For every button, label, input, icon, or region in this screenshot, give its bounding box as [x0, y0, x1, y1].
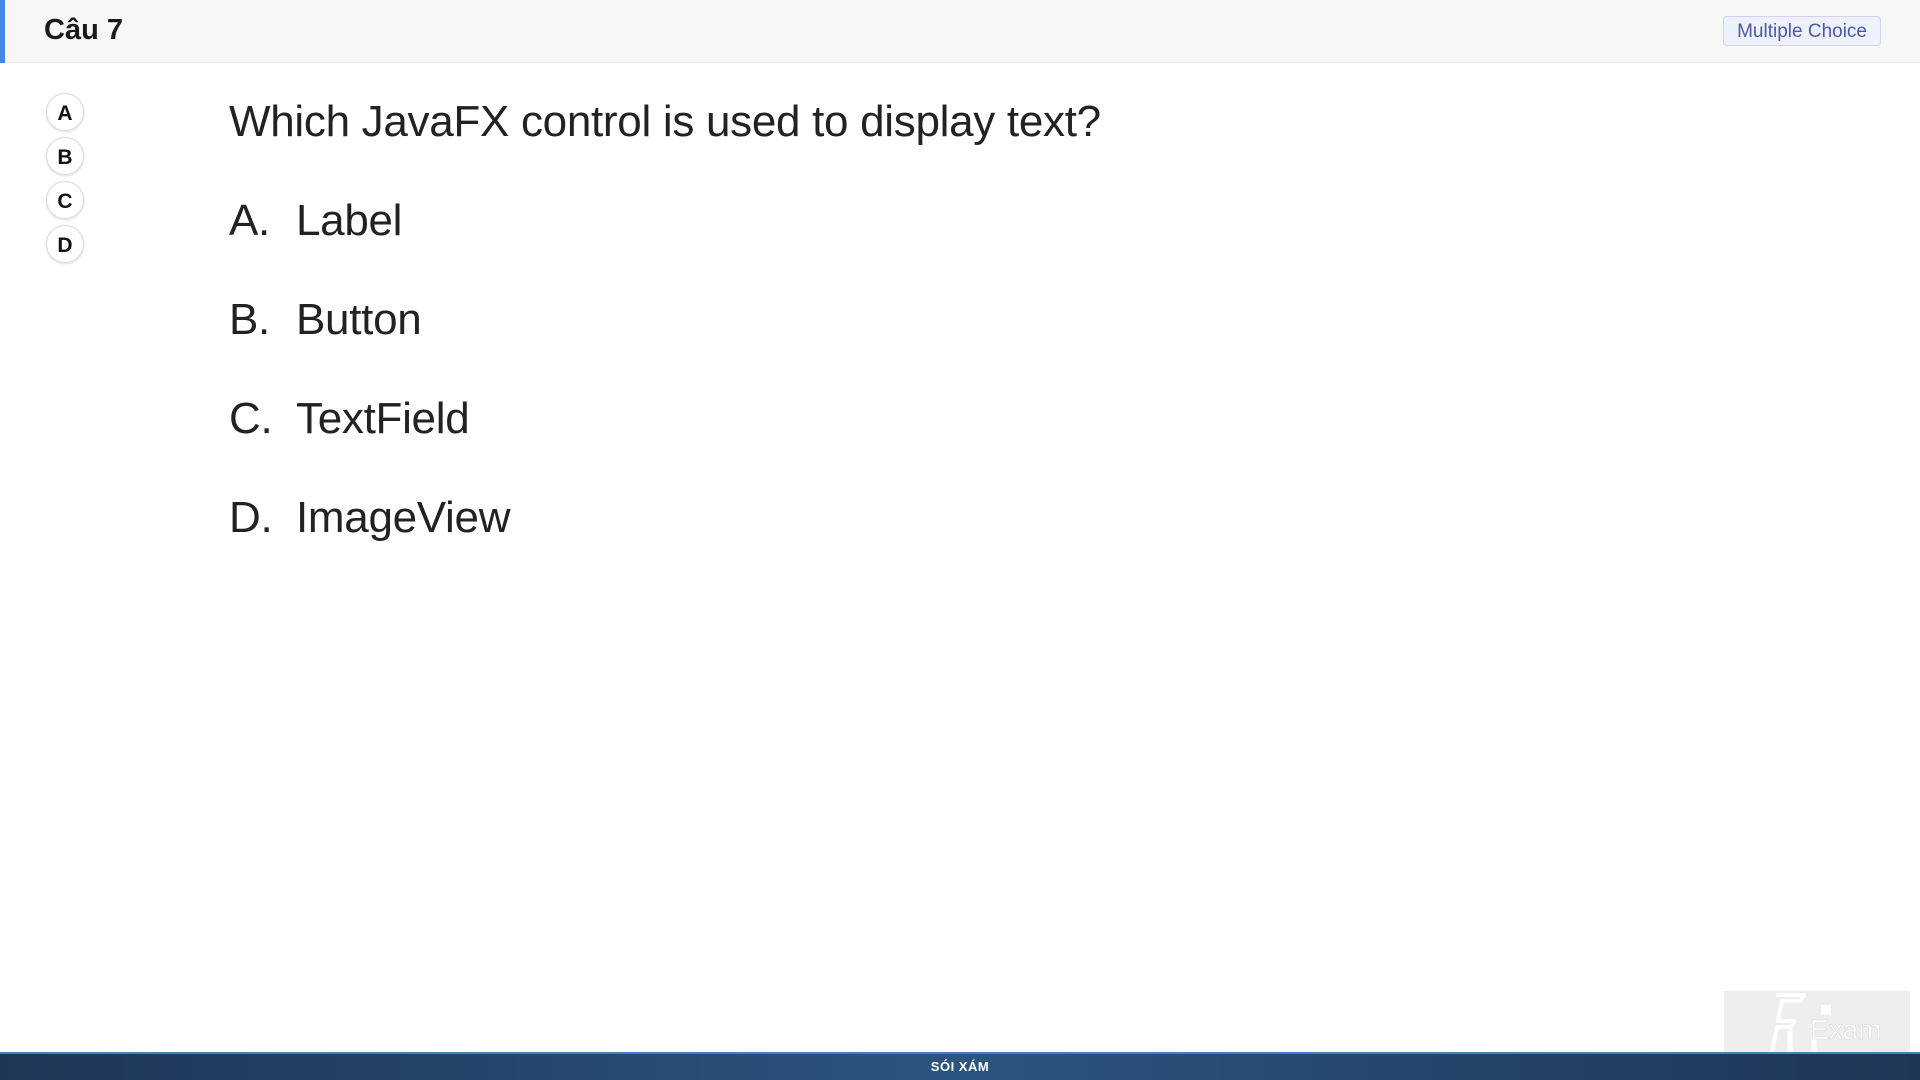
option-letter: D.: [229, 493, 273, 542]
option-letter: C.: [229, 394, 273, 443]
answer-button-c[interactable]: C: [46, 181, 84, 219]
question-content: Which JavaFX control is used to display …: [229, 92, 1629, 587]
answer-button-d[interactable]: D: [46, 225, 84, 263]
footer-text: SÓI XÁM: [930, 1059, 990, 1074]
option-text: ImageView: [296, 493, 511, 542]
answer-button-a[interactable]: A: [46, 93, 84, 131]
exam-page: Câu 7 Multiple Choice A B C D Which Java…: [0, 0, 1920, 1080]
option-c: C. TextField: [229, 389, 1629, 449]
option-letter: A.: [229, 196, 270, 245]
option-letter: B.: [229, 295, 270, 344]
option-a: A. Label: [229, 191, 1629, 251]
footer-bar: SÓI XÁM: [0, 1052, 1920, 1080]
question-text: Which JavaFX control is used to display …: [229, 97, 1101, 146]
question-number-title: Câu 7: [44, 14, 123, 46]
option-text: Label: [296, 196, 403, 245]
watermark-text: Exam: [1810, 1014, 1882, 1045]
option-text: TextField: [296, 394, 470, 443]
option-b: B. Button: [229, 290, 1629, 350]
option-d: D. ImageView: [229, 488, 1629, 548]
option-text: Button: [296, 295, 422, 344]
answer-button-b[interactable]: B: [46, 137, 84, 175]
question-type-badge: Multiple Choice: [1723, 16, 1881, 46]
header-accent-bar: [0, 0, 5, 63]
answer-selector: A B C D: [46, 93, 86, 269]
question-header: Câu 7 Multiple Choice: [0, 0, 1920, 63]
